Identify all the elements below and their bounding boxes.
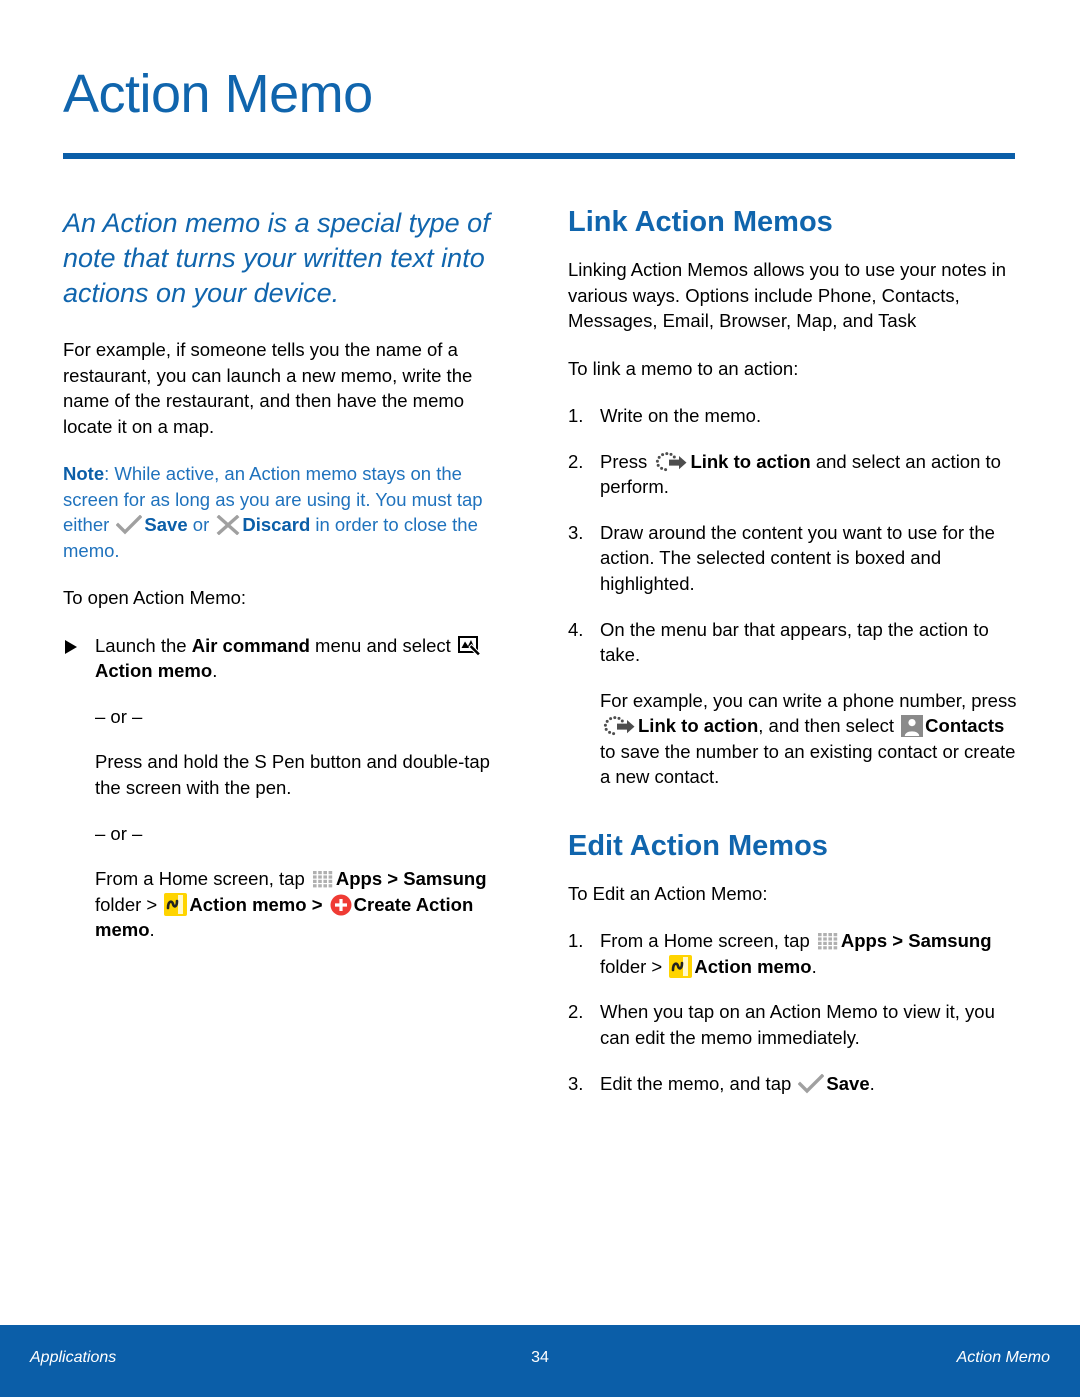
air-command-label: Air command	[191, 634, 310, 656]
apps-grid-icon	[817, 931, 839, 951]
step-text: When you tap on an Action Memo to view i…	[600, 1001, 995, 1048]
step-number: 2.	[568, 1001, 584, 1023]
list-item: 3. Edit the memo, and tap Save.	[568, 1071, 1020, 1097]
open-action-memo-intro: To open Action Memo:	[63, 587, 247, 609]
save-label: Save	[144, 514, 188, 536]
left-column: An Action memo is a special type of note…	[63, 206, 515, 963]
apps-label: Apps	[335, 868, 383, 890]
step-text: On the menu bar that appears, tap the ac…	[600, 618, 989, 666]
action-memo-icon	[164, 892, 188, 916]
step-number: 4.	[568, 618, 584, 640]
step-number: 1.	[568, 930, 584, 952]
link-steps-intro: To link a memo to an action:	[568, 357, 799, 379]
step-text-pre: Edit the memo, and tap	[600, 1072, 797, 1094]
step-text: Write on the memo.	[600, 405, 762, 427]
note-paragraph: Note: While active, an Action memo stays…	[63, 461, 515, 563]
bullet-text-part2: menu and select	[309, 634, 456, 656]
check-icon	[798, 1073, 825, 1094]
folder-text-2: folder >	[600, 955, 668, 977]
edit-period: .	[811, 955, 817, 977]
edit-steps-list: 1. From a Home screen, tap Apps > Samsun…	[568, 928, 1020, 1096]
alt2-sep1: >	[382, 868, 404, 890]
folder-text: folder >	[95, 893, 163, 915]
link-intro-paragraph: Linking Action Memos allows you to use y…	[568, 259, 1007, 332]
bullet-text-part3: .	[212, 660, 218, 682]
note-label: Note	[63, 463, 105, 485]
contacts-label: Contacts	[925, 715, 1005, 737]
edit-action-memos-heading: Edit Action Memos	[568, 829, 828, 862]
or-separator-1: – or –	[95, 705, 143, 727]
alt2-sep2: >	[306, 893, 328, 915]
list-item: 2. Press Link to action and select an ac…	[568, 449, 1020, 500]
alt-method-1: Press and hold the S Pen button and doub…	[95, 751, 490, 798]
or-separator-2: – or –	[95, 822, 143, 844]
bullet-text-part1: Launch the	[95, 634, 192, 656]
step-text: Draw around the content you want to use …	[600, 521, 995, 594]
link-to-action-icon	[654, 451, 688, 473]
link-to-action-label: Link to action	[690, 450, 811, 472]
samsung-label: Samsung	[403, 868, 487, 890]
apps-grid-icon	[312, 869, 334, 889]
list-item: 3. Draw around the content you want to u…	[568, 520, 1020, 597]
discard-label: Discard	[242, 514, 311, 536]
step-number: 1.	[568, 405, 584, 427]
alt-method-2: From a Home screen, tap Apps > Samsung f…	[63, 866, 515, 943]
link-example-part2: , and then select	[758, 715, 900, 737]
step-text-pre: From a Home screen, tap	[600, 930, 815, 952]
example-paragraph: For example, if someone tells you the na…	[63, 339, 473, 437]
link-to-action-label-2: Link to action	[638, 715, 759, 737]
list-item: 1. From a Home screen, tap Apps > Samsun…	[568, 928, 1020, 979]
page-header: Action Memo	[63, 66, 1015, 123]
link-example-paragraph: For example, you can write a phone numbe…	[568, 688, 1020, 790]
list-item: 1. Write on the memo.	[568, 403, 1020, 429]
save-label-2: Save	[826, 1072, 870, 1094]
edit-sep1: >	[887, 930, 909, 952]
samsung-label-2: Samsung	[908, 930, 992, 952]
triangle-bullet-icon	[65, 639, 77, 654]
plus-circle-icon	[330, 894, 352, 916]
alt2-text-part1: From a Home screen, tap	[95, 868, 310, 890]
footer-chapter-label: Action Memo	[956, 1349, 1050, 1366]
x-icon	[216, 514, 240, 536]
list-item: 4. On the menu bar that appears, tap the…	[568, 617, 1020, 668]
action-memo-label-3: Action memo	[694, 955, 812, 977]
footer-page-number: 34	[531, 1349, 549, 1366]
memo-pen-icon	[457, 635, 482, 657]
link-steps-list: 1. Write on the memo. 2. Press Link to a…	[568, 403, 1020, 667]
step-number: 2.	[568, 450, 584, 472]
step-number: 3.	[568, 1072, 584, 1094]
edit-steps-intro: To Edit an Action Memo:	[568, 882, 768, 904]
link-example-part1: For example, you can write a phone numbe…	[600, 689, 1017, 711]
alt2-period: .	[149, 919, 155, 941]
step-number: 3.	[568, 521, 584, 543]
link-action-memos-heading: Link Action Memos	[568, 206, 833, 238]
action-memo-icon	[669, 954, 693, 978]
note-text-part2: or	[187, 514, 215, 536]
action-memo-label-2: Action memo	[189, 893, 307, 915]
link-to-action-icon	[602, 715, 636, 737]
page-title: Action Memo	[63, 64, 373, 124]
check-icon	[116, 514, 143, 535]
header-divider	[63, 153, 1015, 159]
lead-paragraph: An Action memo is a special type of note…	[63, 208, 490, 309]
right-column: Link Action Memos Linking Action Memos a…	[568, 206, 1020, 1116]
action-memo-label: Action memo	[95, 660, 213, 682]
step-text-pre: Press	[600, 450, 653, 472]
open-action-memo-bullet: Launch the Air command menu and select A…	[63, 633, 515, 684]
link-example-part3: to save the number to an existing contac…	[600, 740, 1016, 788]
apps-label-2: Apps	[840, 930, 888, 952]
page-footer: Applications 34 Action Memo	[0, 1325, 1080, 1397]
step-text-post: .	[869, 1072, 875, 1094]
list-item: 2. When you tap on an Action Memo to vie…	[568, 999, 1020, 1050]
contacts-icon	[901, 715, 924, 738]
